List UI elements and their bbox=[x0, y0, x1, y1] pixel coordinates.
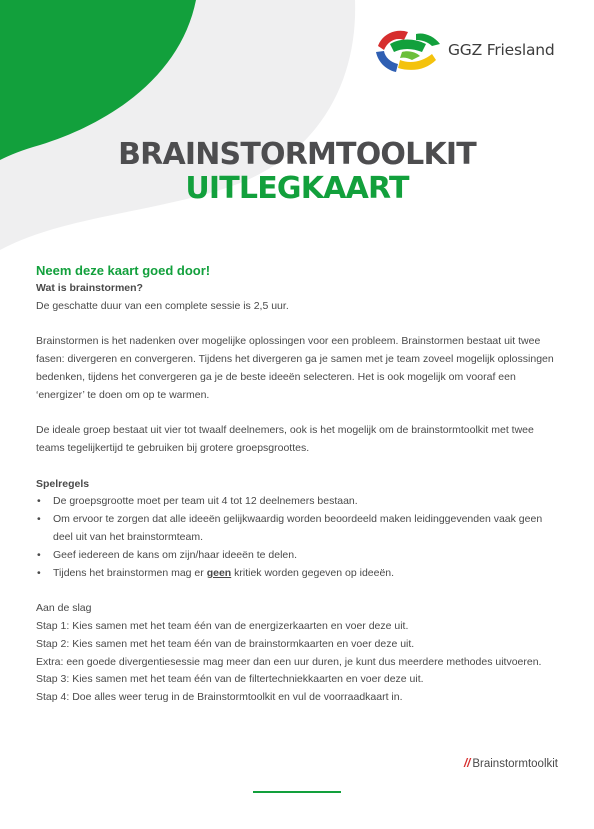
step-line: Stap 4: Doe alles weer terug in de Brain… bbox=[36, 691, 403, 704]
footer-brand: //Brainstormtoolkit bbox=[464, 758, 558, 770]
footer-slashes: // bbox=[463, 758, 471, 770]
rule-item: Tijdens het brainstormen mag er geen kri… bbox=[36, 565, 556, 583]
title-block: BRAINSTORMTOOLKIT UITLEGKAART bbox=[0, 138, 594, 206]
rules-heading: Spelregels bbox=[36, 477, 90, 490]
logo-mark-icon bbox=[376, 30, 440, 72]
what-paragraph-1: Brainstormen is het nadenken over mogeli… bbox=[36, 335, 554, 401]
step-line: Stap 3: Kies samen met het team één van … bbox=[36, 673, 424, 686]
ggz-friesland-logo: GGZ Friesland bbox=[372, 24, 562, 76]
intro-heading: Neem deze kaart goed door! bbox=[36, 263, 211, 278]
step-line: Stap 2: Kies samen met het team één van … bbox=[36, 637, 415, 650]
step-line: Extra: een goede divergentiesessie mag m… bbox=[36, 655, 542, 668]
logo-text: GGZ Friesland bbox=[448, 41, 555, 59]
steps-heading: Aan de slag bbox=[36, 602, 92, 615]
content: Neem deze kaart goed door! Wat is brains… bbox=[36, 262, 556, 707]
rule-text-before: Tijdens het brainstormen mag er bbox=[53, 566, 207, 579]
page-subtitle: UITLEGKAART bbox=[185, 171, 409, 206]
footer-divider bbox=[253, 791, 341, 793]
rules-list: De groepsgrootte moet per team uit 4 tot… bbox=[36, 493, 556, 582]
what-heading: Wat is brainstormen? bbox=[36, 281, 143, 294]
rule-text-after: kritiek worden gegeven op ideeën. bbox=[231, 566, 395, 579]
footer-brand-text: Brainstormtoolkit bbox=[472, 758, 558, 770]
step-line: Stap 1: Kies samen met het team één van … bbox=[36, 619, 409, 632]
rule-item: Om ervoor te zorgen dat alle ideeën geli… bbox=[36, 511, 556, 547]
rule-item: De groepsgrootte moet per team uit 4 tot… bbox=[36, 493, 556, 511]
rule-item: Geef iedereen de kans om zijn/haar ideeë… bbox=[36, 547, 556, 565]
rule-emphasis: geen bbox=[206, 566, 232, 579]
page-title: BRAINSTORMTOOLKIT bbox=[118, 137, 477, 172]
what-paragraph-2: De ideale groep bestaat uit vier tot twa… bbox=[36, 424, 534, 454]
duration-text: De geschatte duur van een complete sessi… bbox=[36, 299, 289, 312]
